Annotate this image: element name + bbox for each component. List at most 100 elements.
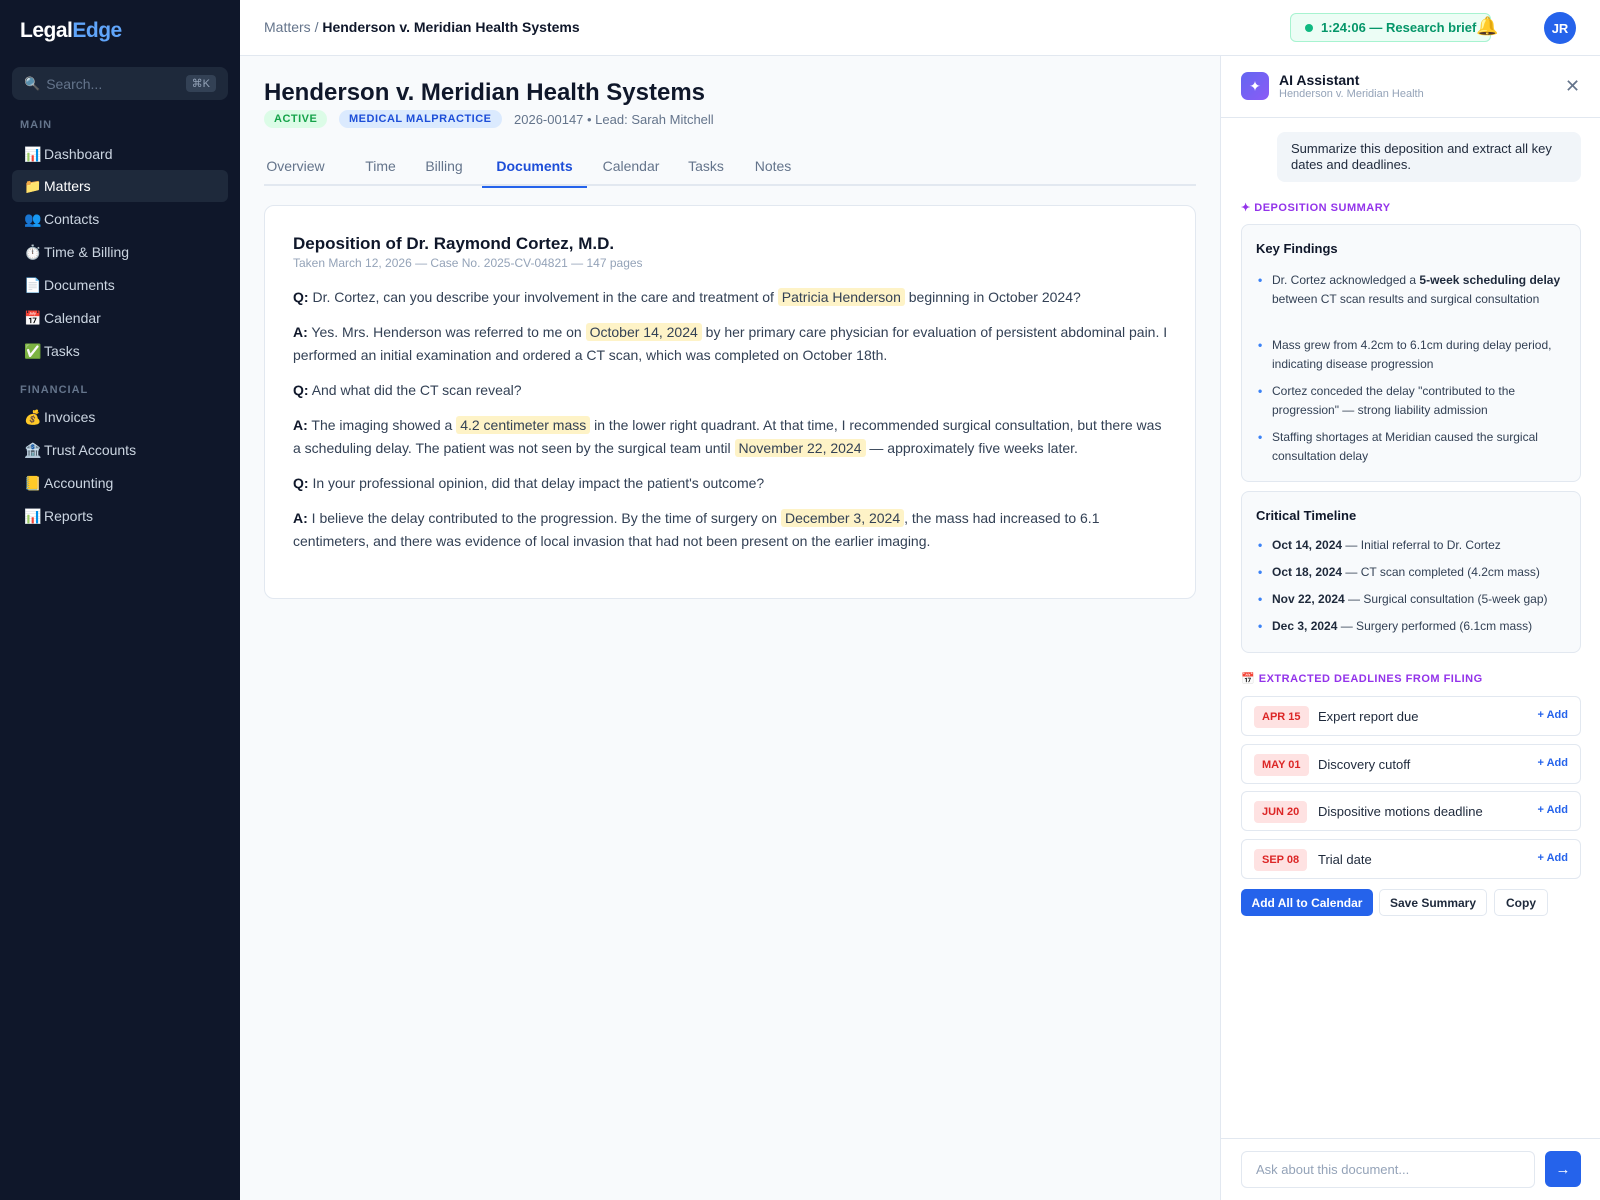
sidebar-item-tasks[interactable]: ✅ Tasks bbox=[12, 335, 228, 367]
matter-tabs: Overview Time Billing Documents Calendar… bbox=[264, 156, 1196, 188]
add-all-to-calendar-button[interactable]: Add All to Calendar bbox=[1241, 889, 1373, 916]
people-icon: 👥 bbox=[24, 210, 42, 227]
nav-section-main: MAIN bbox=[20, 119, 53, 131]
bell-icon[interactable]: 🔔 bbox=[1476, 16, 1498, 37]
deadline-row: JUN 20 Dispositive motions deadline + Ad… bbox=[1241, 791, 1581, 831]
tab-tasks[interactable]: Tasks bbox=[675, 156, 737, 186]
deadline-row: MAY 01 Discovery cutoff + Add bbox=[1241, 744, 1581, 784]
timeline-title: Critical Timeline bbox=[1256, 508, 1357, 523]
ai-panel-title: AI Assistant bbox=[1279, 72, 1360, 88]
timeline-item: Dec 3, 2024 — Surgery performed (6.1cm m… bbox=[1256, 617, 1568, 636]
sidebar-item-dashboard[interactable]: 📊 Dashboard bbox=[12, 138, 228, 170]
deadline-label: Discovery cutoff bbox=[1318, 757, 1411, 772]
status-badge: ACTIVE bbox=[264, 110, 328, 128]
deadline-label: Trial date bbox=[1318, 852, 1372, 867]
summary-section-label: ✦ DEPOSITION SUMMARY bbox=[1241, 202, 1391, 214]
sidebar-item-calendar[interactable]: 📅 Calendar bbox=[12, 302, 228, 334]
transcript-question: Q: Dr. Cortez, can you describe your inv… bbox=[293, 288, 1081, 306]
sidebar-item-accounting[interactable]: 📒 Accounting bbox=[12, 467, 228, 499]
app-logo[interactable]: LegalEdge bbox=[20, 19, 122, 43]
timer-running-indicator bbox=[1305, 24, 1313, 32]
breadcrumb-current: Henderson v. Meridian Health Systems bbox=[322, 19, 580, 35]
document-icon: 📄 bbox=[24, 276, 42, 293]
transcript-question: Q: In your professional opinion, did tha… bbox=[293, 475, 765, 491]
document-title: Deposition of Dr. Raymond Cortez, M.D. bbox=[293, 234, 615, 253]
tab-calendar[interactable]: Calendar bbox=[587, 156, 675, 186]
tab-overview[interactable]: Overview bbox=[264, 156, 327, 186]
sparkle-icon: ✦ bbox=[1241, 72, 1269, 100]
breadcrumb-matters[interactable]: Matters bbox=[264, 19, 311, 35]
sidebar-item-contacts[interactable]: 👥 Contacts bbox=[12, 203, 228, 235]
stopwatch-icon: ⏱️ bbox=[24, 243, 42, 260]
tab-time[interactable]: Time bbox=[347, 156, 414, 186]
deadline-label: Dispositive motions deadline bbox=[1318, 804, 1483, 819]
key-findings-card: Key Findings Dr. Cortez acknowledged a 5… bbox=[1241, 224, 1581, 482]
tab-documents[interactable]: Documents bbox=[482, 156, 587, 188]
practice-area-badge: MEDICAL MALPRACTICE bbox=[339, 110, 502, 128]
sidebar-item-documents[interactable]: 📄 Documents bbox=[12, 269, 228, 301]
deadline-row: APR 15 Expert report due + Add bbox=[1241, 696, 1581, 736]
matter-meta: 2026-00147 • Lead: Sarah Mitchell bbox=[514, 112, 714, 127]
time-tracker[interactable]: 1:24:06 — Research brief bbox=[1290, 13, 1492, 42]
sidebar-item-invoices[interactable]: 💰 Invoices bbox=[12, 401, 228, 433]
deadline-date: JUN 20 bbox=[1254, 801, 1308, 823]
avatar[interactable]: JR bbox=[1544, 12, 1576, 44]
deadline-date: SEP 08 bbox=[1254, 849, 1308, 871]
deadlines-section-label: 📅 EXTRACTED DEADLINES FROM FILING bbox=[1241, 673, 1483, 685]
calendar-icon: 📅 bbox=[24, 309, 42, 326]
key-findings-title: Key Findings bbox=[1256, 241, 1338, 256]
copy-button[interactable]: Copy bbox=[1494, 889, 1548, 916]
sidebar-item-matters[interactable]: 📁 Matters bbox=[12, 170, 228, 202]
money-bag-icon: 💰 bbox=[24, 408, 42, 425]
sidebar: LegalEdge 🔍 Search... ⌘K MAIN 📊 Dashboard… bbox=[0, 0, 240, 1200]
tab-notes[interactable]: Notes bbox=[739, 156, 807, 186]
ai-input-bar: → bbox=[1221, 1138, 1600, 1200]
ask-document-input[interactable] bbox=[1241, 1151, 1535, 1188]
finding-item: Staffing shortages at Meridian caused th… bbox=[1256, 428, 1568, 465]
highlighted-date[interactable]: December 3, 2024 bbox=[780, 509, 905, 527]
chart-icon: 📊 bbox=[24, 507, 42, 524]
save-summary-button[interactable]: Save Summary bbox=[1379, 889, 1487, 916]
send-arrow-icon[interactable]: → bbox=[1545, 1151, 1581, 1187]
checkmark-icon: ✅ bbox=[24, 342, 42, 359]
sidebar-item-trust-accounts[interactable]: 🏦 Trust Accounts bbox=[12, 434, 228, 466]
tab-billing[interactable]: Billing bbox=[414, 156, 474, 186]
transcript-answer: A: The imaging showed a 4.2 centimeter m… bbox=[293, 416, 1162, 457]
breadcrumb: Matters / Henderson v. Meridian Health S… bbox=[264, 19, 580, 35]
ai-assistant-panel: ✦ AI Assistant Henderson v. Meridian Hea… bbox=[1220, 56, 1600, 1200]
bank-icon: 🏦 bbox=[24, 441, 42, 458]
user-message: Summarize this deposition and extract al… bbox=[1277, 132, 1581, 182]
sidebar-item-reports[interactable]: 📊 Reports bbox=[12, 500, 228, 532]
deadline-row: SEP 08 Trial date + Add bbox=[1241, 839, 1581, 879]
deadline-date: APR 15 bbox=[1254, 706, 1309, 728]
add-deadline-button[interactable]: + Add bbox=[1538, 804, 1568, 816]
timeline-item: Nov 22, 2024 — Surgical consultation (5-… bbox=[1256, 590, 1568, 609]
page-title: Henderson v. Meridian Health Systems bbox=[264, 79, 706, 106]
close-icon[interactable]: ✕ bbox=[1565, 76, 1580, 97]
document-viewer: Deposition of Dr. Raymond Cortez, M.D. T… bbox=[264, 205, 1196, 599]
search-placeholder: Search... bbox=[46, 75, 103, 92]
add-deadline-button[interactable]: + Add bbox=[1538, 852, 1568, 864]
critical-timeline-card: Critical Timeline Oct 14, 2024 — Initial… bbox=[1241, 491, 1581, 653]
document-subtitle: Taken March 12, 2026 — Case No. 2025-CV-… bbox=[293, 256, 643, 270]
search-input[interactable]: 🔍 Search... ⌘K bbox=[12, 67, 228, 100]
ai-panel-context: Henderson v. Meridian Health bbox=[1279, 88, 1424, 100]
transcript-question: Q: And what did the CT scan reveal? bbox=[293, 382, 522, 398]
timeline-item: Oct 18, 2024 — CT scan completed (4.2cm … bbox=[1256, 563, 1568, 582]
search-icon: 🔍 bbox=[24, 75, 41, 91]
sidebar-item-time-billing[interactable]: ⏱️ Time & Billing bbox=[12, 236, 228, 268]
transcript-answer: A: I believe the delay contributed to th… bbox=[293, 509, 1100, 549]
finding-item: Mass grew from 4.2cm to 6.1cm during del… bbox=[1256, 336, 1568, 373]
highlighted-date[interactable]: November 22, 2024 bbox=[734, 439, 866, 457]
deadline-date: MAY 01 bbox=[1254, 754, 1309, 776]
dashboard-icon: 📊 bbox=[24, 145, 42, 162]
highlighted-entity[interactable]: Patricia Henderson bbox=[777, 288, 905, 306]
finding-item: Cortez conceded the delay "contributed t… bbox=[1256, 382, 1568, 419]
add-deadline-button[interactable]: + Add bbox=[1538, 709, 1568, 721]
top-bar: Matters / Henderson v. Meridian Health S… bbox=[240, 0, 1600, 56]
highlighted-finding[interactable]: 4.2 centimeter mass bbox=[456, 416, 591, 434]
add-deadline-button[interactable]: + Add bbox=[1538, 757, 1568, 769]
folder-icon: 📁 bbox=[24, 177, 42, 194]
highlighted-date[interactable]: October 14, 2024 bbox=[585, 323, 702, 341]
main-content: Henderson v. Meridian Health Systems ACT… bbox=[240, 56, 1220, 1200]
